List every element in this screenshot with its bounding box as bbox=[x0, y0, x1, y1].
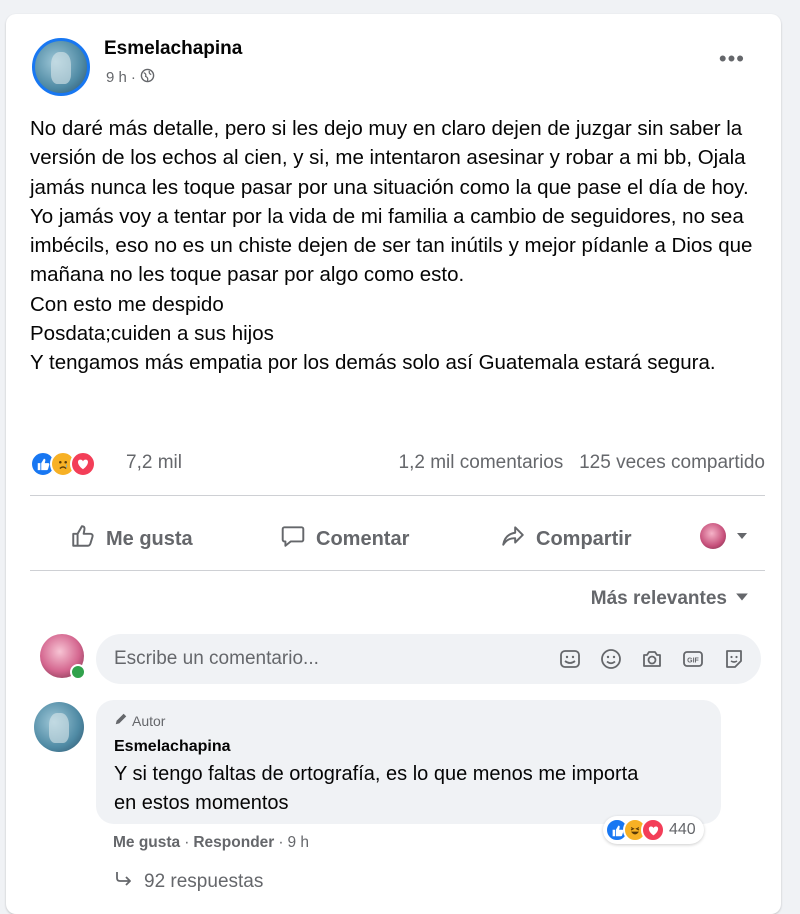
post-paragraph: Con esto me despido bbox=[30, 292, 224, 316]
post-meta: 9 h · bbox=[106, 68, 155, 87]
post-time[interactable]: 9 h bbox=[106, 69, 127, 86]
shares-count-link[interactable]: 125 veces compartido bbox=[579, 452, 765, 473]
comment-text: Y si tengo faltas de ortografía, es lo q… bbox=[114, 763, 639, 814]
view-replies-link[interactable]: 92 respuestas bbox=[114, 870, 263, 894]
post-actions: Me gusta Comentar Compartir bbox=[30, 509, 765, 569]
author-badge-label: Autor bbox=[132, 712, 166, 729]
post-paragraph: Y tengamos más empatia por los demás sol… bbox=[30, 351, 716, 375]
share-button-label: Compartir bbox=[536, 527, 632, 550]
chevron-down-icon bbox=[735, 588, 749, 610]
author-badge: Autor bbox=[114, 712, 165, 729]
comment-reply-link[interactable]: Responder bbox=[193, 834, 274, 852]
share-button[interactable]: Compartir bbox=[500, 523, 632, 555]
comment-sort-dropdown[interactable]: Más relevantes bbox=[591, 588, 749, 610]
separator: · bbox=[278, 834, 284, 851]
comment-button[interactable]: Comentar bbox=[280, 523, 409, 555]
like-button[interactable]: Me gusta bbox=[70, 523, 193, 555]
post-stats-row: 7,2 mil 1,2 mil comentarios 125 veces co… bbox=[30, 448, 765, 480]
sticker-icon[interactable] bbox=[557, 646, 583, 672]
reaction-profile-selector[interactable] bbox=[700, 523, 748, 549]
pencil-icon bbox=[114, 712, 128, 729]
post-author-name[interactable]: Esmelachapina bbox=[104, 38, 242, 60]
stats-spacer bbox=[569, 452, 574, 473]
online-status-dot bbox=[70, 664, 86, 680]
divider bbox=[30, 495, 765, 496]
divider bbox=[30, 570, 765, 571]
post-card: Esmelachapina 9 h · ••• No daré más deta… bbox=[6, 14, 781, 914]
comment-input-tools: GIF bbox=[557, 646, 747, 672]
comment-button-label: Comentar bbox=[316, 527, 410, 550]
comment-actions: Me gusta · Responder · 9 h bbox=[113, 834, 309, 852]
emoji-icon[interactable] bbox=[598, 646, 624, 672]
author-avatar[interactable] bbox=[32, 38, 90, 96]
share-arrow-icon bbox=[500, 523, 526, 555]
comment-author-name[interactable]: Esmelachapina bbox=[114, 738, 231, 756]
comment-time[interactable]: 9 h bbox=[288, 834, 310, 852]
thumbs-up-icon bbox=[70, 523, 96, 555]
comment-like-link[interactable]: Me gusta bbox=[113, 834, 180, 852]
globe-icon bbox=[140, 68, 155, 87]
post-paragraph: No daré más detalle, pero si les dejo mu… bbox=[30, 117, 753, 287]
comment-input-placeholder: Escribe un comentario... bbox=[114, 648, 319, 669]
reply-arrow-icon bbox=[114, 870, 134, 894]
reaction-icons[interactable] bbox=[30, 451, 96, 477]
like-button-label: Me gusta bbox=[106, 527, 193, 550]
comments-count-link[interactable]: 1,2 mil comentarios bbox=[399, 452, 564, 473]
reaction-count[interactable]: 7,2 mil bbox=[126, 452, 182, 474]
chevron-down-icon bbox=[736, 525, 748, 548]
post-stats: 1,2 mil comentarios 125 veces compartido bbox=[399, 452, 765, 474]
meta-separator: · bbox=[130, 69, 136, 86]
comment-reactions[interactable]: 440 bbox=[603, 816, 704, 844]
sort-label: Más relevantes bbox=[590, 588, 727, 609]
current-user-avatar[interactable] bbox=[40, 634, 86, 680]
commenter-avatar[interactable] bbox=[34, 702, 84, 752]
love-reaction-icon bbox=[641, 818, 665, 842]
separator: · bbox=[184, 834, 190, 851]
comment-reaction-count: 440 bbox=[669, 821, 696, 838]
more-options-icon[interactable]: ••• bbox=[719, 48, 745, 70]
gif-icon[interactable]: GIF bbox=[680, 646, 706, 672]
camera-icon[interactable] bbox=[639, 646, 665, 672]
love-reaction-icon bbox=[70, 451, 96, 477]
svg-text:GIF: GIF bbox=[687, 658, 699, 665]
comment-bubble: Autor Esmelachapina Y si tengo faltas de… bbox=[96, 700, 721, 824]
post-body: No daré más detalle, pero si les dejo mu… bbox=[30, 114, 765, 378]
profile-avatar-small bbox=[700, 523, 726, 549]
replies-label: 92 respuestas bbox=[144, 871, 264, 892]
post-paragraph: Posdata;cuiden a sus hijos bbox=[30, 322, 274, 346]
speech-bubble-icon bbox=[280, 523, 306, 555]
avatar-sticker-icon[interactable] bbox=[721, 646, 747, 672]
comment-input[interactable]: Escribe un comentario... GIF bbox=[96, 634, 761, 684]
